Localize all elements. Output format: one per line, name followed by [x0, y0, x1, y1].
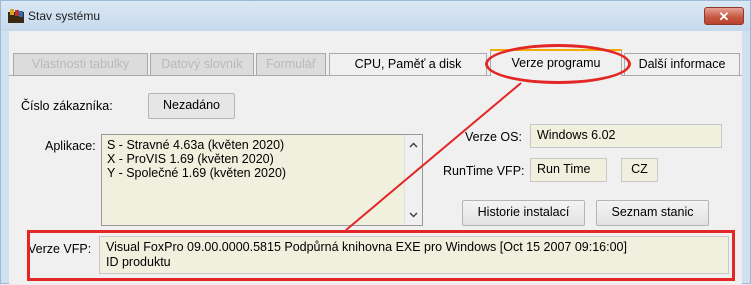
language-field: CZ — [621, 158, 658, 182]
runtime-vfp-label: RunTime VFP: — [443, 164, 525, 178]
window-title: Stav systému — [28, 9, 101, 23]
annotation-ellipse — [485, 44, 631, 84]
scroll-down-icon[interactable] — [409, 210, 418, 219]
tab-table-properties[interactable]: Vlastnosti tabulky — [13, 53, 148, 75]
os-version-label: Verze OS: — [465, 130, 522, 144]
program-version-panel: Číslo zákazníka: Nezadáno Aplikace: S - … — [9, 75, 742, 284]
tab-form[interactable]: Formulář — [256, 53, 326, 75]
station-list-button[interactable]: Seznam stanic — [596, 200, 709, 226]
vfp-version-label: Verze VFP: — [28, 242, 92, 256]
install-history-button[interactable]: Historie instalací — [462, 200, 585, 226]
list-item[interactable]: Y - Společné 1.69 (květen 2020) — [107, 166, 286, 180]
applications-label: Aplikace: — [45, 139, 96, 153]
list-item[interactable]: X - ProVIS 1.69 (květen 2020) — [107, 152, 286, 166]
list-item[interactable]: S - Stravné 4.63a (květen 2020) — [107, 138, 286, 152]
tab-data-dictionary[interactable]: Datový slovník — [150, 53, 254, 75]
system-status-window: Stav systému ✕ Vlastnosti tabulky Datový… — [0, 0, 751, 284]
customer-number-label: Číslo zákazníka: — [21, 99, 113, 113]
close-button[interactable]: ✕ — [704, 7, 744, 25]
title-bar[interactable]: Stav systému ✕ — [1, 1, 750, 31]
customer-number-value[interactable]: Nezadáno — [148, 93, 235, 119]
tab-strip: Vlastnosti tabulky Datový slovník Formul… — [9, 49, 742, 76]
os-version-field: Windows 6.02 — [530, 124, 722, 148]
vfp-version-field: Visual FoxPro 09.00.0000.5815 Podpůrná k… — [99, 236, 729, 274]
runtime-field: Run Time — [530, 158, 607, 182]
client-area: Vlastnosti tabulky Datový slovník Formul… — [9, 31, 742, 284]
close-icon: ✕ — [718, 9, 730, 24]
app-icon — [8, 9, 24, 23]
tab-more-info[interactable]: Další informace — [624, 53, 740, 75]
applications-scrollbar[interactable] — [404, 135, 422, 225]
tab-cpu-memory-disk[interactable]: CPU, Paměť a disk — [329, 53, 487, 75]
scroll-up-icon[interactable] — [409, 141, 418, 150]
applications-listbox[interactable]: S - Stravné 4.63a (květen 2020) X - ProV… — [101, 134, 423, 226]
